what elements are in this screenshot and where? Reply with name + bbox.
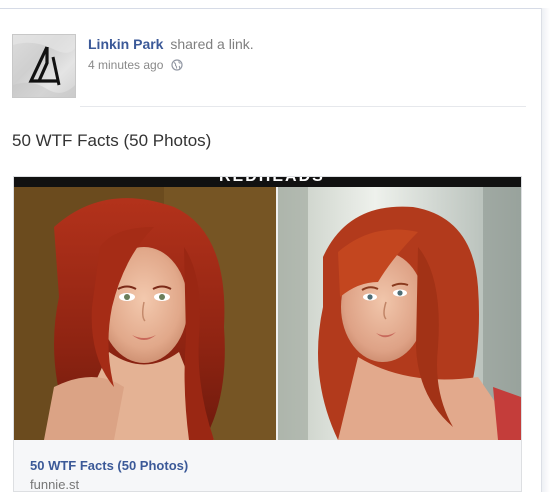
preview-banner: REDHEADS xyxy=(14,177,521,187)
post-message: 50 WTF Facts (50 Photos) xyxy=(12,131,212,150)
author-name-link[interactable]: Linkin Park xyxy=(88,36,163,52)
post-card: Linkin Park shared a link. 4 minutes ago… xyxy=(0,0,550,492)
globe-icon[interactable] xyxy=(171,59,183,71)
post-action-text: shared a link. xyxy=(170,36,254,52)
header-divider xyxy=(80,106,526,107)
link-preview[interactable]: REDHEADS xyxy=(13,176,522,492)
linkin-park-logo-icon xyxy=(13,35,75,97)
preview-domain: funnie.st xyxy=(30,477,80,492)
author-avatar[interactable] xyxy=(12,34,76,98)
post-timestamp[interactable]: 4 minutes ago xyxy=(88,58,163,72)
post-header: Linkin Park shared a link. xyxy=(88,36,254,52)
card-shadow xyxy=(542,8,550,492)
preview-title-link[interactable]: 50 WTF Facts (50 Photos) xyxy=(30,458,188,473)
preview-banner-text: REDHEADS xyxy=(219,177,325,186)
post-meta: 4 minutes ago xyxy=(88,58,183,72)
preview-image-left[interactable] xyxy=(14,187,276,440)
preview-image-right[interactable] xyxy=(278,187,521,440)
card-border-top xyxy=(0,8,550,9)
